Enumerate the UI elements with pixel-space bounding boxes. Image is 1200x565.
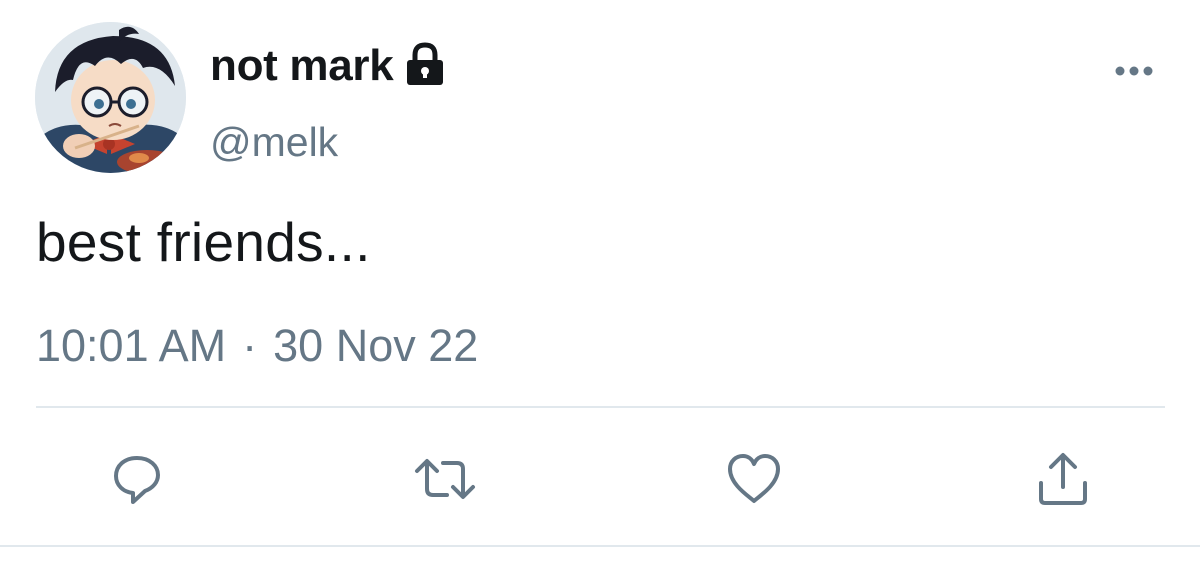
tweet: not mark @melk best friends... 10:01 AM … [0, 0, 1200, 565]
reply-button[interactable] [105, 447, 169, 511]
display-name-row: not mark [210, 38, 447, 94]
divider [36, 406, 1165, 408]
share-button[interactable] [1031, 447, 1095, 511]
avatar[interactable] [35, 22, 186, 173]
bottom-divider [0, 545, 1200, 547]
retweet-button[interactable] [413, 447, 477, 511]
avatar-image [35, 22, 186, 173]
more-dots-icon [1115, 66, 1153, 76]
lock-icon [403, 41, 447, 87]
meta-separator: · [242, 320, 258, 371]
reply-icon [114, 456, 160, 504]
tweet-date[interactable]: 30 Nov 22 [273, 318, 478, 374]
retweet-icon [415, 459, 475, 499]
user-handle[interactable]: @melk [210, 116, 338, 168]
tweet-meta: 10:01 AM · 30 Nov 22 [36, 318, 478, 374]
like-button[interactable] [722, 447, 786, 511]
tweet-text: best friends... [36, 211, 371, 273]
display-name[interactable]: not mark [210, 38, 394, 94]
share-icon [1039, 453, 1087, 505]
tweet-time[interactable]: 10:01 AM [36, 318, 226, 374]
heart-icon [728, 454, 780, 503]
more-options-button[interactable] [1112, 58, 1156, 84]
